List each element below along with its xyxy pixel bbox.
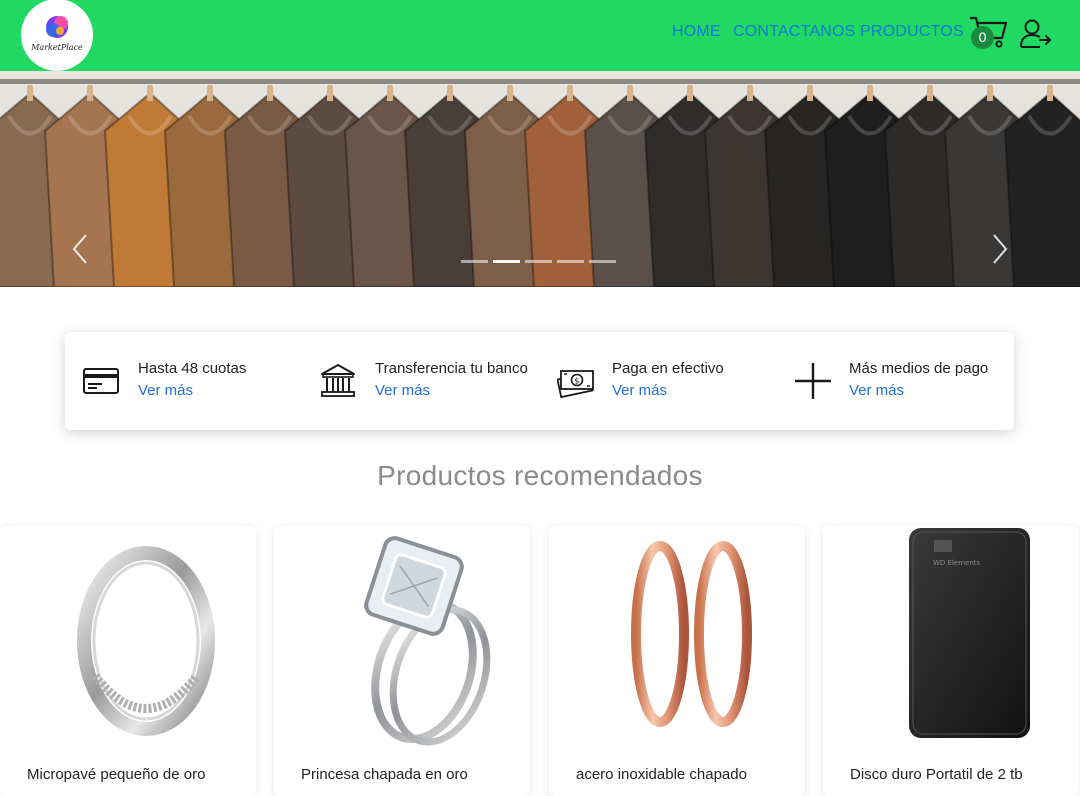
payment-methods-card: Hasta 48 cuotas Ver más Transferencia tu…: [65, 332, 1014, 430]
product-card[interactable]: acero inoxidable chapado: [549, 526, 805, 796]
payment-ver-mas-link[interactable]: Ver más: [849, 382, 904, 399]
carousel-indicators: [461, 260, 621, 264]
rose-gold-rings-image: [631, 541, 752, 727]
jackets-banner-image: [0, 71, 1080, 287]
drive-brand-label: WD Elements: [933, 559, 981, 567]
product-name: Micropavé pequeño de oro: [27, 766, 206, 783]
payment-title: Más medios de pago: [849, 360, 989, 377]
cash-icon: $: [557, 370, 594, 398]
product-name: Princesa chapada en oro: [301, 766, 468, 783]
plus-icon: [795, 363, 831, 399]
logo[interactable]: MarketPlace: [21, 0, 93, 71]
product-card[interactable]: Micropavé pequeño de oro: [0, 526, 256, 796]
payment-item-transferencia: Transferencia tu banco Ver más: [302, 332, 538, 430]
carousel-indicator[interactable]: [461, 260, 488, 263]
payment-title: Paga en efectivo: [612, 360, 724, 377]
carousel-indicator[interactable]: [493, 260, 520, 263]
nav-home[interactable]: HOME: [672, 23, 721, 41]
payment-item-cuotas: Hasta 48 cuotas Ver más: [65, 332, 301, 430]
nav-contactanos[interactable]: CONTACTANOS: [733, 23, 856, 41]
product-name: acero inoxidable chapado: [576, 766, 747, 783]
product-card[interactable]: Princesa chapada en oro: [274, 526, 530, 796]
silver-ring-image: [77, 546, 215, 736]
payment-ver-mas-link[interactable]: Ver más: [612, 382, 667, 399]
payment-item-efectivo: $ Paga en efectivo Ver más: [539, 332, 775, 430]
bank-icon: [321, 364, 355, 397]
payment-item-mas-medios: Más medios de pago Ver más: [776, 332, 1012, 430]
hero-carousel[interactable]: [0, 71, 1080, 287]
section-title: Productos recomendados: [377, 460, 703, 491]
credit-card-icon: [83, 368, 119, 394]
cart-count-badge: 0: [971, 26, 994, 49]
hard-drive-image: WD Elements: [909, 528, 1030, 738]
payment-title: Transferencia tu banco: [375, 360, 528, 377]
carousel-indicator[interactable]: [525, 260, 552, 263]
navbar: MarketPlace HOME CONTACTANOS PRODUCTOS 0: [0, 0, 1080, 71]
diamond-ring-image: [364, 536, 491, 746]
product-card[interactable]: WD Elements Disco duro Portatil de 2 tb: [823, 526, 1079, 796]
carousel-indicator[interactable]: [589, 260, 616, 263]
carousel-prev-icon[interactable]: [66, 231, 96, 267]
user-login-icon[interactable]: [1018, 18, 1052, 50]
product-name: Disco duro Portatil de 2 tb: [850, 766, 1023, 783]
nav-productos[interactable]: PRODUCTOS: [860, 23, 964, 41]
svg-text:$: $: [574, 377, 579, 386]
payment-title: Hasta 48 cuotas: [138, 360, 247, 377]
logo-icon: [46, 16, 68, 38]
carousel-next-icon[interactable]: [984, 231, 1014, 267]
payment-ver-mas-link[interactable]: Ver más: [375, 382, 430, 399]
logo-text: MarketPlace: [31, 43, 83, 52]
carousel-indicator[interactable]: [557, 260, 584, 263]
payment-ver-mas-link[interactable]: Ver más: [138, 382, 193, 399]
